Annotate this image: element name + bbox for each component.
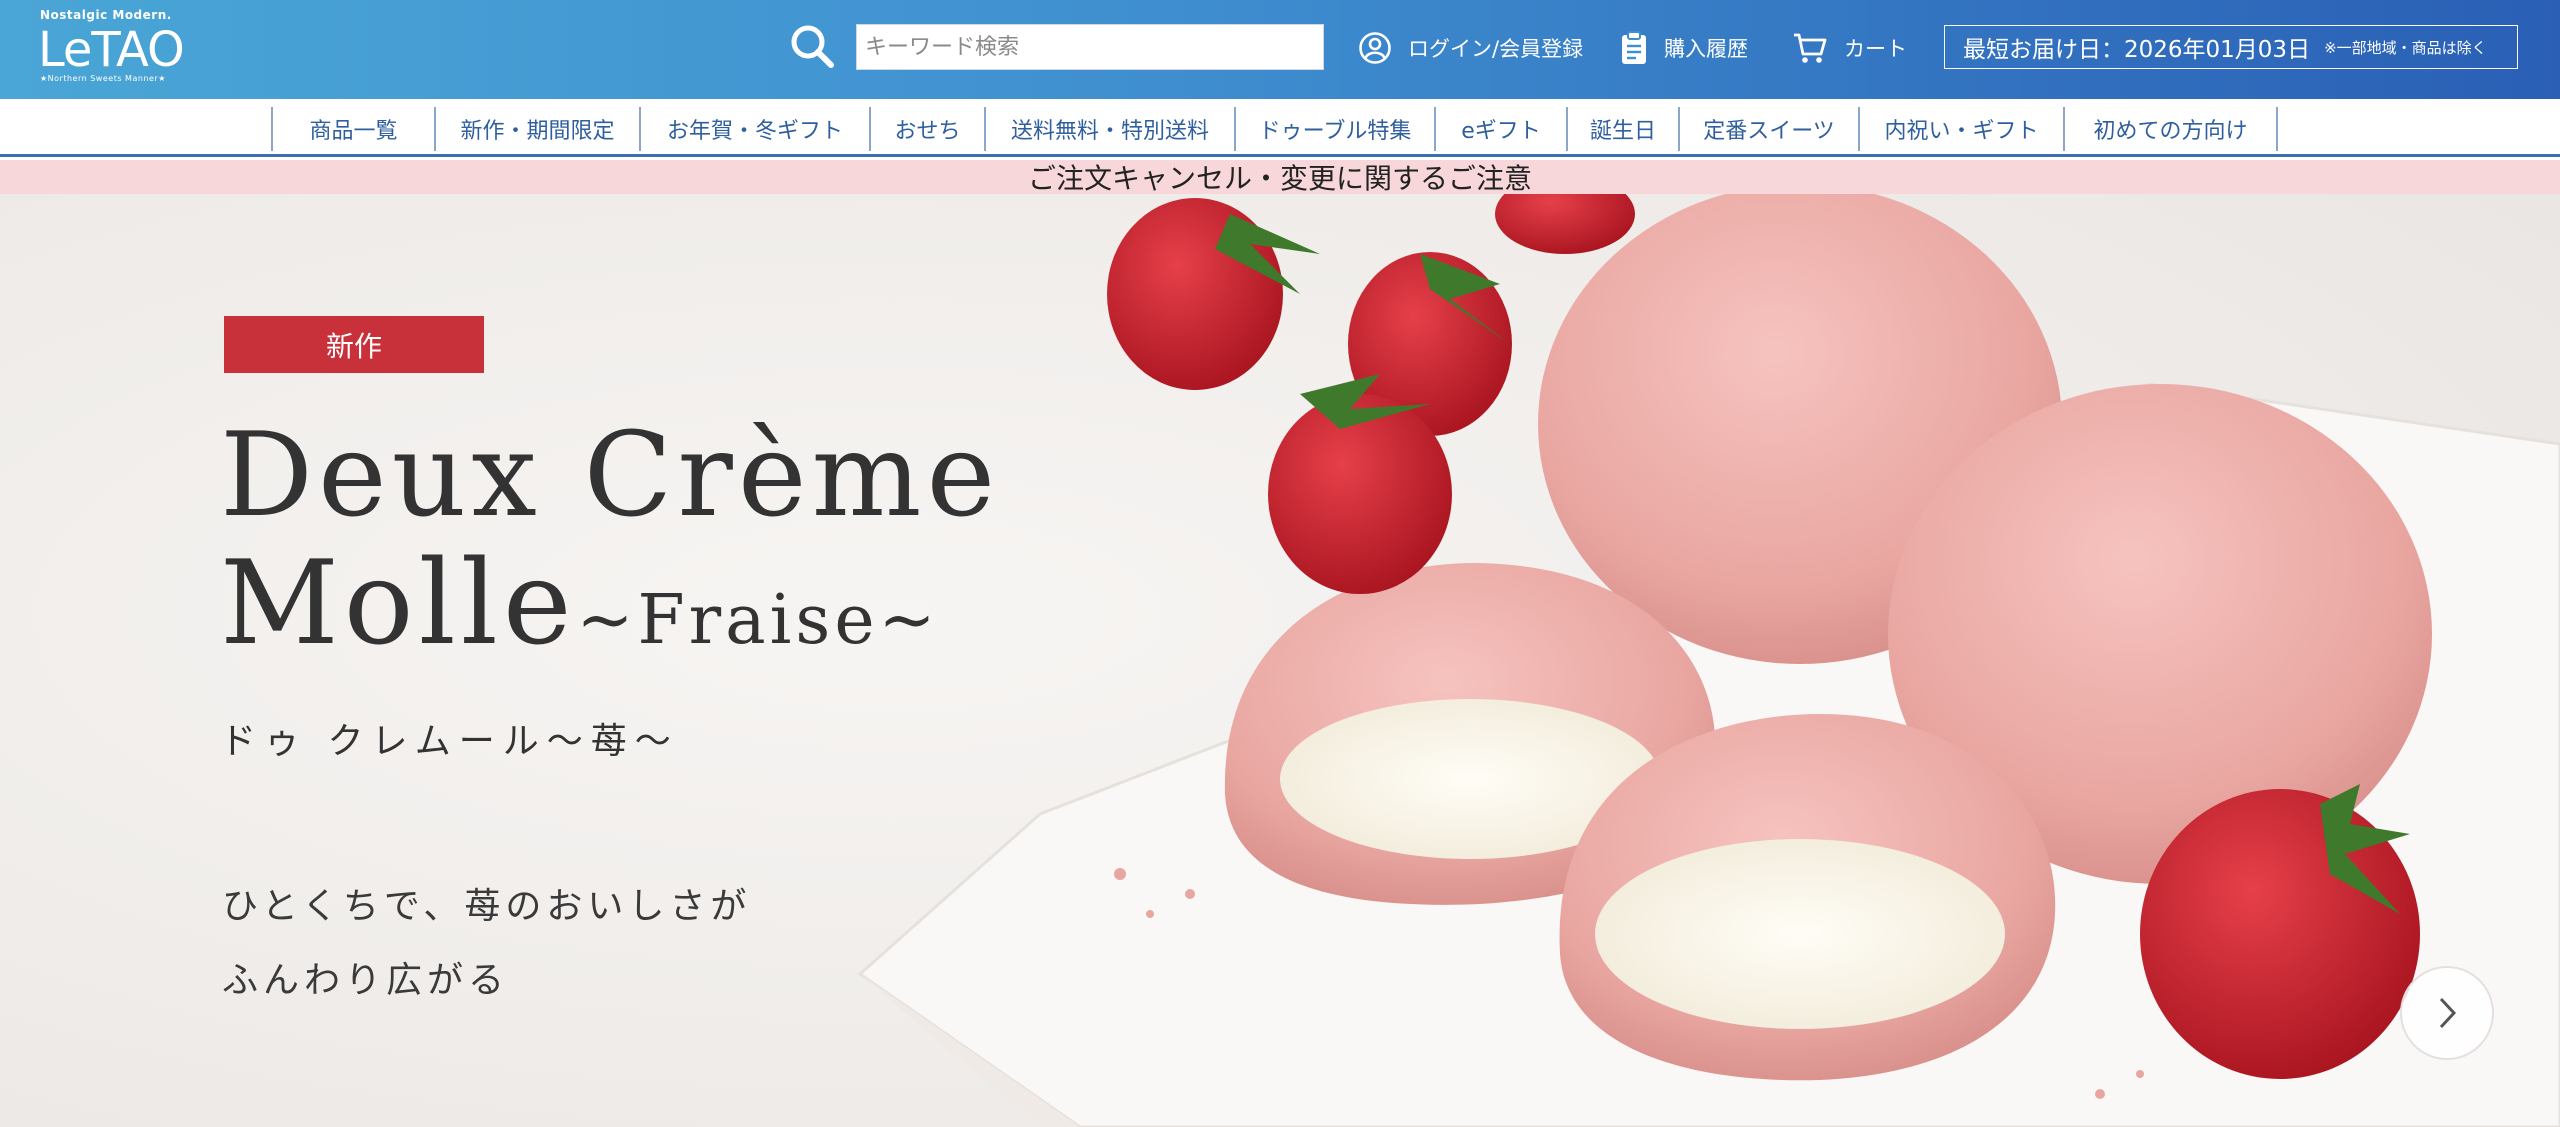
logo-tagline: Nostalgic Modern. — [40, 8, 172, 22]
login-register-link[interactable]: ログイン/会員登録 — [1358, 28, 1583, 68]
nav-item-new-limited[interactable]: 新作・期間限定 — [434, 107, 639, 151]
search-input[interactable] — [856, 24, 1324, 70]
cart-icon — [1794, 33, 1827, 63]
hero-title-line2-sub: ~Fraise~ — [576, 581, 940, 660]
nav-item-free-shipping[interactable]: 送料無料・特別送料 — [984, 107, 1234, 151]
purchase-history-link[interactable]: 購入履歴 — [1620, 28, 1748, 68]
nav-item-double-feature[interactable]: ドゥーブル特集 — [1234, 107, 1434, 151]
hero-catch-line1: ひとくちで、苺のおいしさが — [222, 886, 752, 927]
logo-subline: ★Northern Sweets Manner★ — [40, 74, 166, 83]
nav-item-products[interactable]: 商品一覧 — [271, 107, 434, 151]
hero-catch-line2: ふんわり広がる — [222, 960, 510, 1001]
nav-item-first-time[interactable]: 初めての方向け — [2063, 107, 2276, 151]
clipboard-icon — [1622, 31, 1646, 64]
earliest-delivery-box: 最短お届け日：2026年01月03日 ※一部地域・商品は除く — [1944, 25, 2518, 69]
nav-item-standard-sweets[interactable]: 定番スイーツ — [1678, 107, 1858, 151]
cart-label: カート — [1844, 37, 1907, 61]
letao-logo[interactable]: Nostalgic Modern. LeTAO ★Northern Sweets… — [38, 6, 188, 92]
nav-item-egift[interactable]: eギフト — [1434, 107, 1566, 151]
login-label: ログイン/会員登録 — [1408, 37, 1584, 61]
cart-link[interactable]: カート — [1792, 28, 1907, 68]
hero-title-english: Deux Crème Molle~Fraise~ — [220, 412, 1000, 685]
site-header: Nostalgic Modern. LeTAO ★Northern Sweets… — [0, 0, 2560, 99]
search-icon[interactable] — [788, 22, 836, 70]
new-item-badge: 新作 — [224, 316, 484, 373]
nav-item-osechi[interactable]: おせち — [869, 107, 984, 151]
hero-title-line2-main: Molle — [220, 536, 577, 671]
history-label: 購入履歴 — [1664, 37, 1748, 61]
nav-item-new-year-gift[interactable]: お年賀・冬ギフト — [639, 107, 869, 151]
logo-wordmark: LeTAO — [38, 22, 185, 78]
chevron-right-icon — [2439, 997, 2457, 1029]
hero-title-line1: Deux Crème — [220, 408, 1001, 543]
hero-title-line2: Molle~Fraise~ — [220, 540, 1000, 685]
delivery-note: ※一部地域・商品は除く — [2324, 38, 2487, 57]
hero-banner[interactable]: 新作 Deux Crème Molle~Fraise~ ドゥ クレムール〜苺〜 … — [0, 194, 2560, 1127]
user-circle-icon — [1359, 32, 1391, 64]
cancel-notice-bar[interactable]: ご注文キャンセル・変更に関するご注意 — [0, 160, 2560, 195]
delivery-date: 最短お届け日：2026年01月03日 — [1963, 37, 2311, 63]
nav-item-birthday[interactable]: 誕生日 — [1566, 107, 1678, 151]
hero-catchcopy: ひとくちで、苺のおいしさが ふんわり広がる — [222, 870, 751, 1018]
nav-item-return-gift[interactable]: 内祝い・ギフト — [1858, 107, 2063, 151]
carousel-next-button[interactable] — [2400, 966, 2494, 1060]
nav-list: 商品一覧 新作・期間限定 お年賀・冬ギフト おせち 送料無料・特別送料 ドゥーブ… — [271, 107, 2278, 151]
global-nav: 商品一覧 新作・期間限定 お年賀・冬ギフト おせち 送料無料・特別送料 ドゥーブ… — [0, 99, 2560, 157]
hero-title-japanese: ドゥ クレムール〜苺〜 — [220, 721, 679, 762]
